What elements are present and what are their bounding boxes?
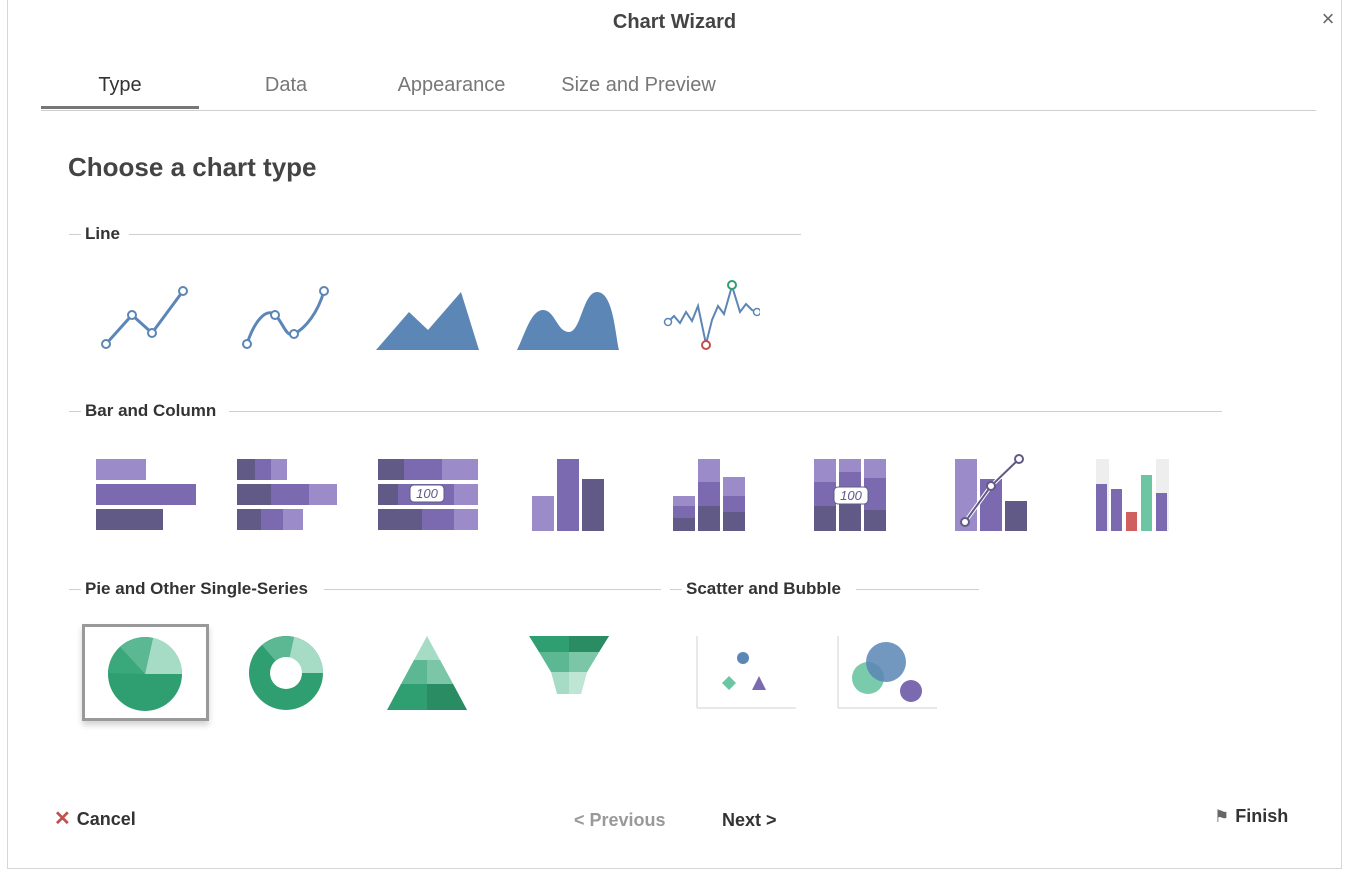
chart-type-pie[interactable] — [82, 624, 209, 721]
tab-bar: Type Data Appearance Size and Preview — [41, 70, 1316, 111]
tab-data[interactable]: Data — [251, 74, 321, 97]
chart-type-sparkline[interactable] — [660, 276, 762, 356]
chart-type-funnel[interactable] — [527, 634, 611, 700]
cancel-button[interactable]: ✕ Cancel — [54, 806, 136, 831]
chart-type-bubble[interactable] — [837, 636, 937, 710]
section-label-line: Line — [85, 224, 124, 244]
finish-label: Finish — [1235, 806, 1289, 826]
tab-appearance[interactable]: Appearance — [389, 74, 514, 97]
page-title: Choose a chart type — [68, 152, 317, 182]
close-icon: ✕ — [54, 808, 71, 830]
chart-type-area[interactable] — [376, 282, 480, 354]
section-line: Line — [69, 224, 801, 244]
chart-type-bar[interactable] — [94, 456, 198, 534]
dialog-title: Chart Wizard — [612, 11, 737, 33]
chart-type-100-stacked-column[interactable]: 100 — [808, 456, 898, 534]
active-tab-indicator — [41, 106, 199, 109]
tab-type[interactable]: Type — [41, 74, 199, 97]
chart-type-spline[interactable] — [236, 282, 336, 354]
tab-size-and-preview[interactable]: Size and Preview — [546, 74, 731, 97]
chart-type-stacked-bar[interactable] — [235, 456, 339, 534]
chart-type-stacked-column[interactable] — [667, 456, 757, 534]
chart-type-spline-area[interactable] — [517, 282, 621, 354]
chart-type-column[interactable] — [526, 456, 616, 534]
finish-button[interactable]: ⚑ Finish — [1214, 806, 1288, 827]
section-label-scatter: Scatter and Bubble — [686, 579, 845, 599]
next-button[interactable]: Next > — [722, 810, 777, 831]
chart-wizard-dialog: Chart Wizard × Type Data Appearance Size… — [7, 0, 1342, 869]
section-bar-and-column: Bar and Column — [69, 401, 1222, 421]
section-label-bar: Bar and Column — [85, 401, 221, 421]
section-label-pie: Pie and Other Single-Series — [85, 579, 312, 599]
chart-type-line[interactable] — [96, 282, 196, 354]
icon-label-100: 100 — [840, 488, 862, 503]
close-icon[interactable]: × — [1315, 6, 1341, 32]
section-pie-and-single-series: Pie and Other Single-Series — [69, 579, 661, 599]
icon-label-100: 100 — [416, 486, 438, 501]
previous-button[interactable]: < Previous — [574, 810, 666, 831]
chart-type-combination[interactable] — [949, 452, 1039, 534]
cancel-label: Cancel — [76, 809, 136, 829]
chart-type-bullet[interactable] — [1090, 456, 1180, 534]
chart-type-100-stacked-bar[interactable]: 100 — [376, 456, 480, 534]
section-scatter-and-bubble: Scatter and Bubble — [670, 579, 979, 599]
chart-type-scatter[interactable] — [696, 636, 796, 710]
chart-type-doughnut[interactable] — [246, 630, 326, 714]
flag-icon: ⚑ — [1214, 807, 1230, 826]
chart-type-pyramid[interactable] — [385, 634, 469, 712]
